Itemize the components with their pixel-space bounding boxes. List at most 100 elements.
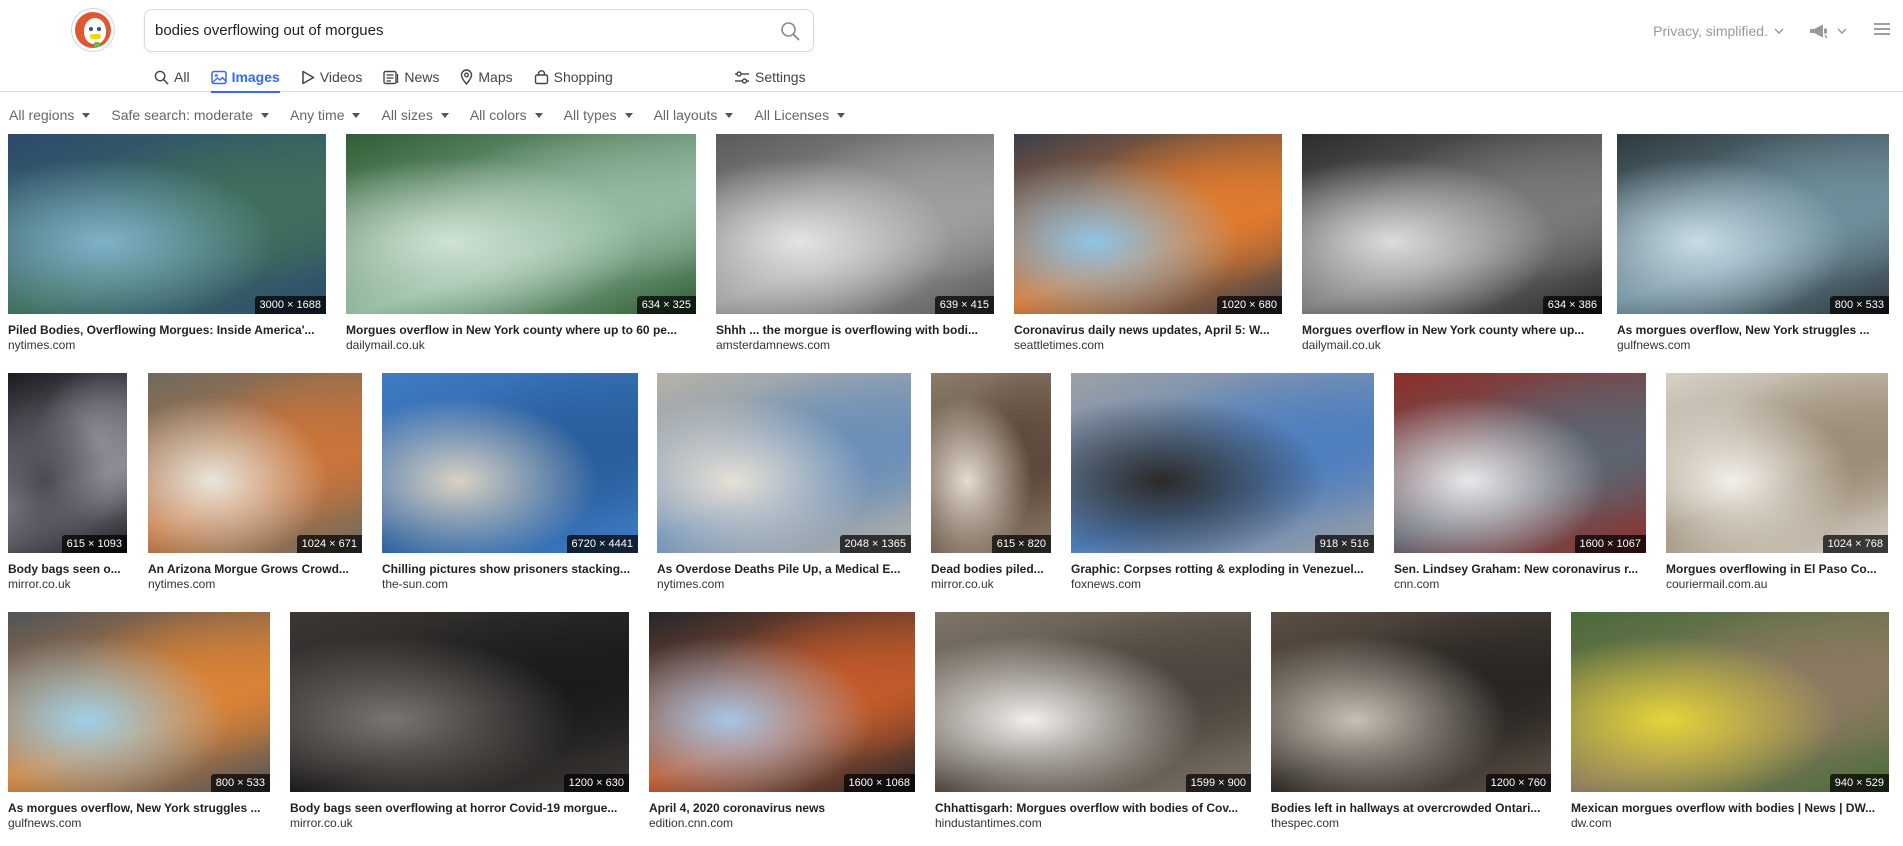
image-thumbnail[interactable]: 800 × 533 — [8, 612, 270, 792]
image-thumbnail[interactable]: 1020 × 680 — [1014, 134, 1282, 314]
image-source[interactable]: dailymail.co.uk — [1302, 337, 1602, 353]
image-result[interactable]: 1024 × 768 Morgues overflowing in El Paso… — [1666, 373, 1888, 592]
image-result[interactable]: 1200 × 760 Bodies left in hallways at ove… — [1271, 612, 1551, 831]
image-source[interactable]: couriermail.com.au — [1666, 576, 1888, 592]
image-title[interactable]: Sen. Lindsey Graham: New coronavirus r..… — [1394, 562, 1646, 576]
image-title[interactable]: As Overdose Deaths Pile Up, a Medical E.… — [657, 562, 911, 576]
image-result[interactable]: 3000 × 1688 Piled Bodies, Overflowing Mor… — [8, 134, 326, 353]
image-title[interactable]: April 4, 2020 coronavirus news — [649, 801, 915, 815]
image-source[interactable]: amsterdamnews.com — [716, 337, 994, 353]
image-result[interactable]: 6720 × 4441 Chilling pictures show prison… — [382, 373, 638, 592]
image-title[interactable]: Body bags seen o... — [8, 562, 127, 576]
image-title[interactable]: As morgues overflow, New York struggles … — [8, 801, 270, 815]
filter-types[interactable]: All types — [564, 107, 633, 123]
filter-layouts[interactable]: All layouts — [654, 107, 734, 123]
image-thumbnail[interactable]: 634 × 386 — [1302, 134, 1602, 314]
image-title[interactable]: Morgues overflow in New York county wher… — [346, 323, 696, 337]
image-result[interactable]: 639 × 415 Shhh ... the morgue is overflow… — [716, 134, 994, 353]
image-thumbnail[interactable]: 1200 × 760 — [1271, 612, 1551, 792]
image-source[interactable]: gulfnews.com — [8, 815, 270, 831]
image-result[interactable]: 1600 × 1067 Sen. Lindsey Graham: New coro… — [1394, 373, 1646, 592]
image-result[interactable]: 1020 × 680 Coronavirus daily news updates… — [1014, 134, 1282, 353]
image-source[interactable]: cnn.com — [1394, 576, 1646, 592]
image-title[interactable]: Piled Bodies, Overflowing Morgues: Insid… — [8, 323, 326, 337]
image-result[interactable]: 1200 × 630 Body bags seen overflowing at … — [290, 612, 629, 831]
image-source[interactable]: dw.com — [1571, 815, 1889, 831]
image-title[interactable]: Chhattisgarh: Morgues overflow with bodi… — [935, 801, 1251, 815]
image-thumbnail[interactable]: 800 × 533 — [1617, 134, 1889, 314]
image-result[interactable]: 634 × 325 Morgues overflow in New York co… — [346, 134, 696, 353]
image-title[interactable]: Chilling pictures show prisoners stackin… — [382, 562, 638, 576]
filter-time[interactable]: Any time — [290, 107, 361, 123]
image-result[interactable]: 918 × 516 Graphic: Corpses rotting & expl… — [1071, 373, 1374, 592]
tab-images[interactable]: Images — [210, 62, 281, 93]
image-source[interactable]: foxnews.com — [1071, 576, 1374, 592]
image-thumbnail[interactable]: 615 × 1093 — [8, 373, 127, 553]
privacy-dropdown[interactable]: Privacy, simplified. — [1653, 23, 1784, 39]
image-thumbnail[interactable]: 2048 × 1365 — [657, 373, 911, 553]
announcements-button[interactable] — [1808, 23, 1847, 39]
image-thumbnail[interactable]: 940 × 529 — [1571, 612, 1889, 792]
image-result[interactable]: 1599 × 900 Chhattisgarh: Morgues overflow… — [935, 612, 1251, 831]
image-thumbnail[interactable]: 1024 × 768 — [1666, 373, 1888, 553]
image-thumbnail[interactable]: 918 × 516 — [1071, 373, 1374, 553]
image-source[interactable]: dailymail.co.uk — [346, 337, 696, 353]
search-button[interactable] — [777, 18, 803, 44]
filter-regions[interactable]: All regions — [9, 107, 91, 123]
image-title[interactable]: An Arizona Morgue Grows Crowd... — [148, 562, 362, 576]
image-thumbnail[interactable]: 3000 × 1688 — [8, 134, 326, 314]
tab-shopping[interactable]: Shopping — [534, 62, 613, 92]
image-source[interactable]: the-sun.com — [382, 576, 638, 592]
image-thumbnail[interactable]: 634 × 325 — [346, 134, 696, 314]
image-thumbnail[interactable]: 1200 × 630 — [290, 612, 629, 792]
image-source[interactable]: hindustantimes.com — [935, 815, 1251, 831]
image-thumbnail[interactable]: 6720 × 4441 — [382, 373, 638, 553]
image-result[interactable]: 634 × 386 Morgues overflow in New York co… — [1302, 134, 1602, 353]
image-result[interactable]: 1024 × 671 An Arizona Morgue Grows Crowd.… — [148, 373, 362, 592]
image-thumbnail[interactable]: 1600 × 1068 — [649, 612, 915, 792]
filter-safe-search[interactable]: Safe search: moderate — [111, 107, 270, 123]
image-title[interactable]: Coronavirus daily news updates, April 5:… — [1014, 323, 1282, 337]
image-thumbnail[interactable]: 1599 × 900 — [935, 612, 1251, 792]
image-result[interactable]: 615 × 1093 Body bags seen o... mirror.co.u… — [8, 373, 127, 592]
image-title[interactable]: Mexican morgues overflow with bodies | N… — [1571, 801, 1889, 815]
image-source[interactable]: seattletimes.com — [1014, 337, 1282, 353]
tab-videos[interactable]: Videos — [301, 62, 362, 92]
image-source[interactable]: nytimes.com — [657, 576, 911, 592]
tab-all[interactable]: All — [154, 62, 190, 92]
image-source[interactable]: edition.cnn.com — [649, 815, 915, 831]
image-result[interactable]: 1600 × 1068 April 4, 2020 coronavirus new… — [649, 612, 915, 831]
image-result[interactable]: 2048 × 1365 As Overdose Deaths Pile Up, a… — [657, 373, 911, 592]
image-title[interactable]: As morgues overflow, New York struggles … — [1617, 323, 1889, 337]
image-title[interactable]: Morgues overflow in New York county wher… — [1302, 323, 1602, 337]
tab-maps[interactable]: Maps — [460, 62, 513, 92]
image-title[interactable]: Graphic: Corpses rotting & exploding in … — [1071, 562, 1374, 576]
image-source[interactable]: mirror.co.uk — [290, 815, 629, 831]
image-source[interactable]: thespec.com — [1271, 815, 1551, 831]
image-thumbnail[interactable]: 1024 × 671 — [148, 373, 362, 553]
image-result[interactable]: 940 × 529 Mexican morgues overflow with b… — [1571, 612, 1889, 831]
image-title[interactable]: Bodies left in hallways at overcrowded O… — [1271, 801, 1551, 815]
image-title[interactable]: Body bags seen overflowing at horror Cov… — [290, 801, 629, 815]
image-result[interactable]: 615 × 820 Dead bodies piled... mirror.co.u… — [931, 373, 1051, 592]
filter-licenses[interactable]: All Licenses — [754, 107, 846, 123]
image-thumbnail[interactable]: 1600 × 1067 — [1394, 373, 1646, 553]
image-result[interactable]: 800 × 533 As morgues overflow, New York s… — [8, 612, 270, 831]
image-thumbnail[interactable]: 615 × 820 — [931, 373, 1051, 553]
image-title[interactable]: Morgues overflowing in El Paso Co... — [1666, 562, 1888, 576]
image-source[interactable]: nytimes.com — [148, 576, 362, 592]
image-source[interactable]: mirror.co.uk — [931, 576, 1051, 592]
image-source[interactable]: mirror.co.uk — [8, 576, 127, 592]
image-source[interactable]: gulfnews.com — [1617, 337, 1889, 353]
filter-colors[interactable]: All colors — [470, 107, 543, 123]
search-input[interactable] — [155, 10, 755, 51]
image-thumbnail[interactable]: 639 × 415 — [716, 134, 994, 314]
image-title[interactable]: Dead bodies piled... — [931, 562, 1051, 576]
tab-settings[interactable]: Settings — [734, 62, 806, 92]
image-title[interactable]: Shhh ... the morgue is overflowing with … — [716, 323, 994, 337]
filter-sizes[interactable]: All sizes — [381, 107, 449, 123]
tab-news[interactable]: News — [383, 62, 439, 92]
hamburger-menu-button[interactable] — [1873, 22, 1891, 41]
duckduckgo-logo[interactable] — [72, 9, 114, 51]
image-source[interactable]: nytimes.com — [8, 337, 326, 353]
